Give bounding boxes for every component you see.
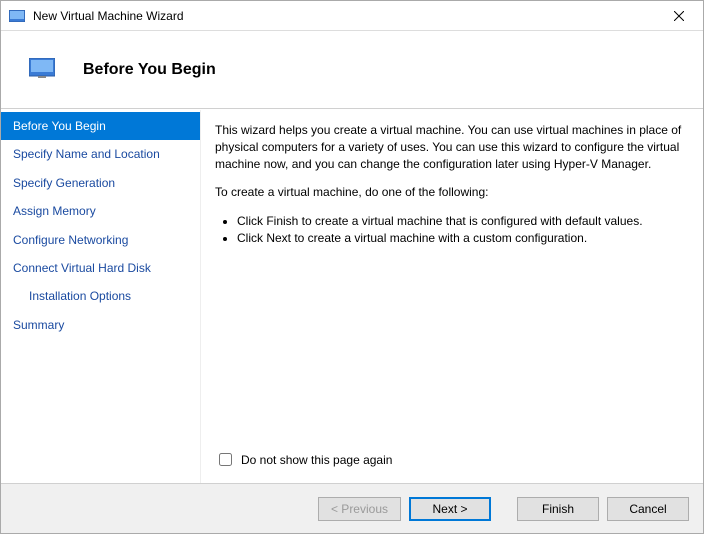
window-title: New Virtual Machine Wizard [33,9,659,23]
wizard-window: New Virtual Machine Wizard Before You Be… [0,0,704,534]
step-label: Before You Begin [13,119,106,133]
step-label: Installation Options [29,289,131,303]
cancel-button[interactable]: Cancel [607,497,689,521]
app-icon [9,10,25,22]
wizard-body: Before You Begin Specify Name and Locati… [1,109,703,483]
previous-button: < Previous [318,497,401,521]
steps-sidebar: Before You Begin Specify Name and Locati… [1,110,201,483]
page-title: Before You Begin [83,61,216,79]
step-assign-memory[interactable]: Assign Memory [1,197,200,225]
step-installation-options[interactable]: Installation Options [1,282,200,310]
instruction-list: Click Finish to create a virtual machine… [215,213,683,247]
checkbox-label: Do not show this page again [241,453,392,467]
finish-button[interactable]: Finish [517,497,599,521]
step-summary[interactable]: Summary [1,311,200,339]
instruction-item: Click Next to create a virtual machine w… [237,230,683,247]
step-specify-generation[interactable]: Specify Generation [1,169,200,197]
wizard-footer: < Previous Next > Finish Cancel [1,483,703,533]
step-label: Configure Networking [13,233,128,247]
step-label: Connect Virtual Hard Disk [13,261,151,275]
next-button[interactable]: Next > [409,497,491,521]
close-button[interactable] [659,2,699,30]
step-connect-vhd[interactable]: Connect Virtual Hard Disk [1,254,200,282]
titlebar: New Virtual Machine Wizard [1,1,703,31]
step-label: Summary [13,318,64,332]
step-configure-networking[interactable]: Configure Networking [1,226,200,254]
dont-show-again-row[interactable]: Do not show this page again [215,450,683,475]
lead-text: To create a virtual machine, do one of t… [215,184,683,201]
wizard-header: Before You Begin [1,31,703,109]
step-before-you-begin[interactable]: Before You Begin [1,112,200,140]
step-label: Specify Generation [13,176,115,190]
monitor-icon [29,58,55,81]
dont-show-again-checkbox[interactable] [219,453,232,466]
step-label: Specify Name and Location [13,147,160,161]
step-label: Assign Memory [13,204,96,218]
wizard-content: This wizard helps you create a virtual m… [201,110,703,483]
intro-text: This wizard helps you create a virtual m… [215,122,683,172]
instruction-item: Click Finish to create a virtual machine… [237,213,683,230]
step-specify-name-location[interactable]: Specify Name and Location [1,140,200,168]
